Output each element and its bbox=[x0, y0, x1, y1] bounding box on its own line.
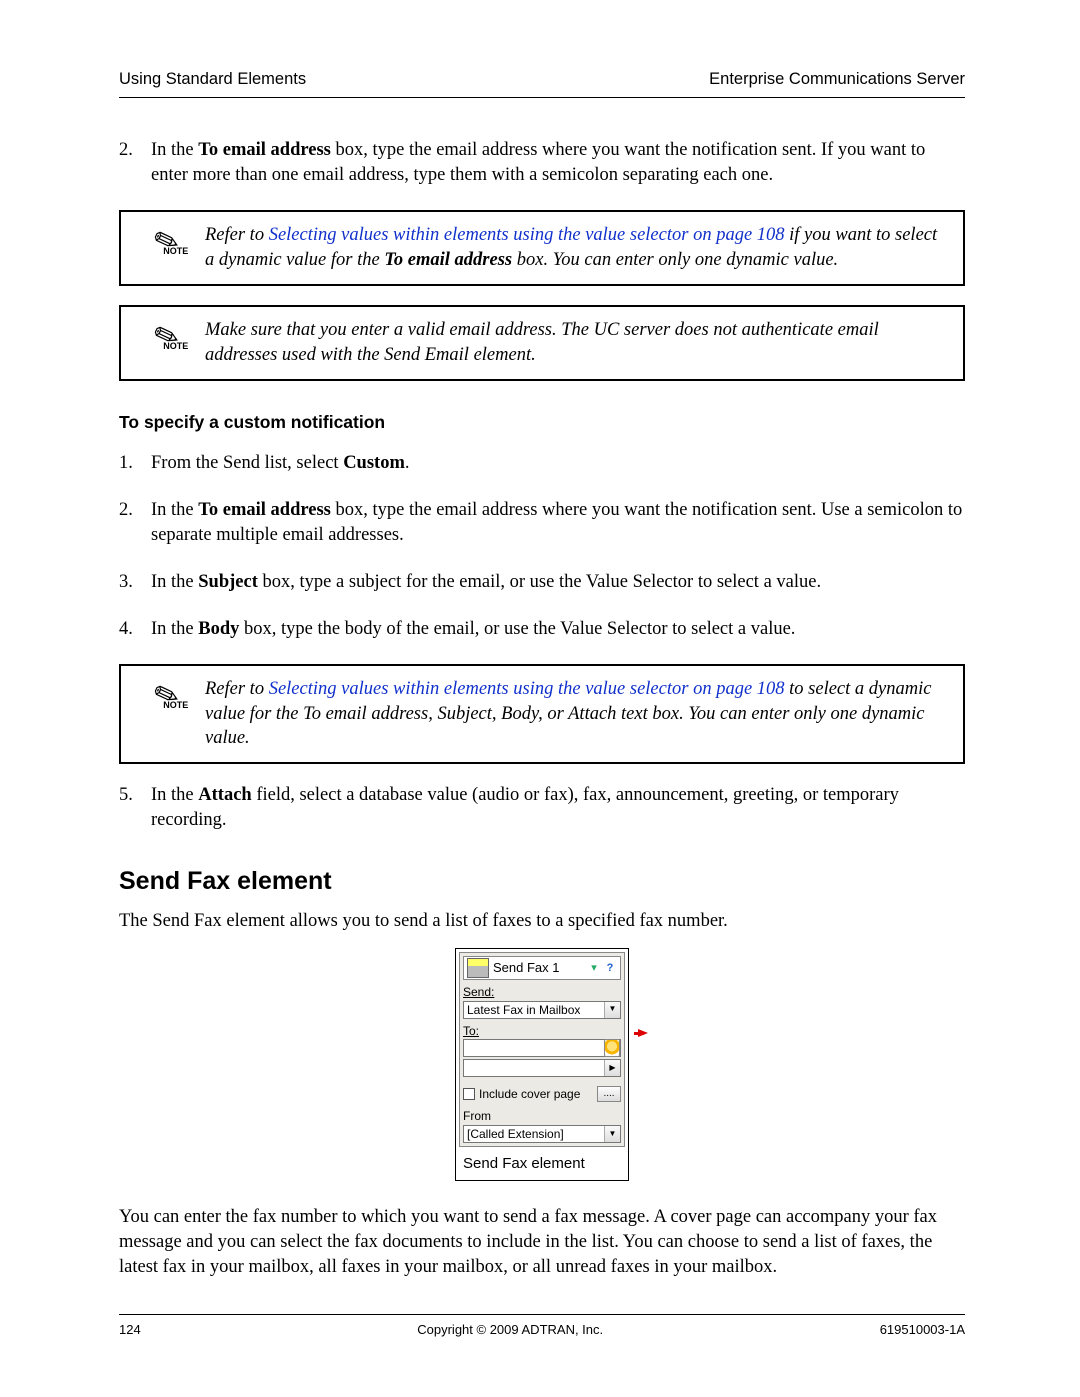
xref-link[interactable]: Selecting values within elements using t… bbox=[269, 225, 785, 245]
note-box-1: ✎NOTE Refer to Selecting values within e… bbox=[119, 210, 965, 286]
page-header: Using Standard Elements Enterprise Commu… bbox=[119, 68, 965, 98]
note-icon: ✎NOTE bbox=[133, 677, 205, 752]
header-right: Enterprise Communications Server bbox=[709, 68, 965, 90]
step-2: 2. In the To email address box, type the… bbox=[119, 138, 965, 188]
header-left: Using Standard Elements bbox=[119, 68, 306, 90]
section-heading: Send Fax element bbox=[119, 865, 965, 899]
to-play-button[interactable]: ▶ bbox=[463, 1059, 621, 1077]
doc-id: 619510003-1A bbox=[880, 1321, 965, 1339]
to-label: To: bbox=[463, 1023, 479, 1039]
cover-page-browse-button[interactable]: .... bbox=[597, 1086, 621, 1102]
from-dropdown[interactable]: [Called Extension] ▼ bbox=[463, 1125, 621, 1143]
custom-step-2: 2. In the To email address box, type the… bbox=[119, 498, 965, 548]
value-selector-icon[interactable] bbox=[604, 1039, 620, 1057]
section-intro: The Send Fax element allows you to send … bbox=[119, 909, 965, 934]
custom-step-5: 5. In the Attach field, select a databas… bbox=[119, 783, 965, 833]
note-box-2: ✎NOTE Make sure that you enter a valid e… bbox=[119, 305, 965, 381]
page-number: 124 bbox=[119, 1321, 141, 1339]
play-icon[interactable]: ▶ bbox=[604, 1060, 620, 1076]
xref-link[interactable]: Selecting values within elements using t… bbox=[269, 679, 785, 699]
from-label: From bbox=[463, 1108, 491, 1124]
custom-step-1: 1. From the Send list, select Custom. bbox=[119, 451, 965, 476]
figure-wrap: Send Fax 1 ▾ ? Send: Latest Fax in Mailb… bbox=[119, 948, 965, 1181]
note-icon: ✎NOTE bbox=[133, 318, 205, 368]
section-outro: You can enter the fax number to which yo… bbox=[119, 1205, 965, 1280]
help-icon[interactable]: ? bbox=[603, 962, 617, 974]
step-number: 2. bbox=[119, 138, 133, 163]
step-text: In the To email address box, type the em… bbox=[151, 140, 925, 185]
send-dropdown[interactable]: Latest Fax in Mailbox ▼ bbox=[463, 1001, 621, 1019]
note-text: Make sure that you enter a valid email a… bbox=[205, 318, 945, 368]
cover-page-label: Include cover page bbox=[479, 1086, 580, 1102]
send-label: Send: bbox=[463, 984, 494, 1000]
fax-icon bbox=[467, 958, 489, 978]
custom-step-3: 3. In the Subject box, type a subject fo… bbox=[119, 570, 965, 595]
output-connector-icon bbox=[638, 1029, 648, 1037]
custom-step-4: 4. In the Body box, type the body of the… bbox=[119, 617, 965, 642]
subheading: To specify a custom notification bbox=[119, 411, 965, 435]
note-text: Refer to Selecting values within element… bbox=[205, 677, 945, 752]
custom-steps: 1. From the Send list, select Custom. 2.… bbox=[119, 451, 965, 642]
note-text: Refer to Selecting values within element… bbox=[205, 223, 945, 273]
custom-steps-cont: 5. In the Attach field, select a databas… bbox=[119, 783, 965, 833]
note-box-3: ✎NOTE Refer to Selecting values within e… bbox=[119, 664, 965, 765]
pin-icon[interactable]: ▾ bbox=[587, 962, 601, 974]
cover-page-checkbox[interactable] bbox=[463, 1088, 475, 1100]
to-input[interactable] bbox=[463, 1039, 621, 1057]
figure-caption: Send Fax element bbox=[456, 1150, 628, 1180]
chevron-down-icon[interactable]: ▼ bbox=[604, 1002, 620, 1018]
send-fax-figure: Send Fax 1 ▾ ? Send: Latest Fax in Mailb… bbox=[455, 948, 629, 1181]
chevron-down-icon[interactable]: ▼ bbox=[604, 1126, 620, 1142]
copyright: Copyright © 2009 ADTRAN, Inc. bbox=[417, 1321, 603, 1339]
dialog-title: Send Fax 1 bbox=[493, 959, 560, 977]
dialog-titlebar: Send Fax 1 ▾ ? bbox=[463, 956, 621, 980]
step-list-top: 2. In the To email address box, type the… bbox=[119, 138, 965, 188]
page-footer: 124 Copyright © 2009 ADTRAN, Inc. 619510… bbox=[119, 1314, 965, 1339]
note-icon: ✎NOTE bbox=[133, 223, 205, 273]
